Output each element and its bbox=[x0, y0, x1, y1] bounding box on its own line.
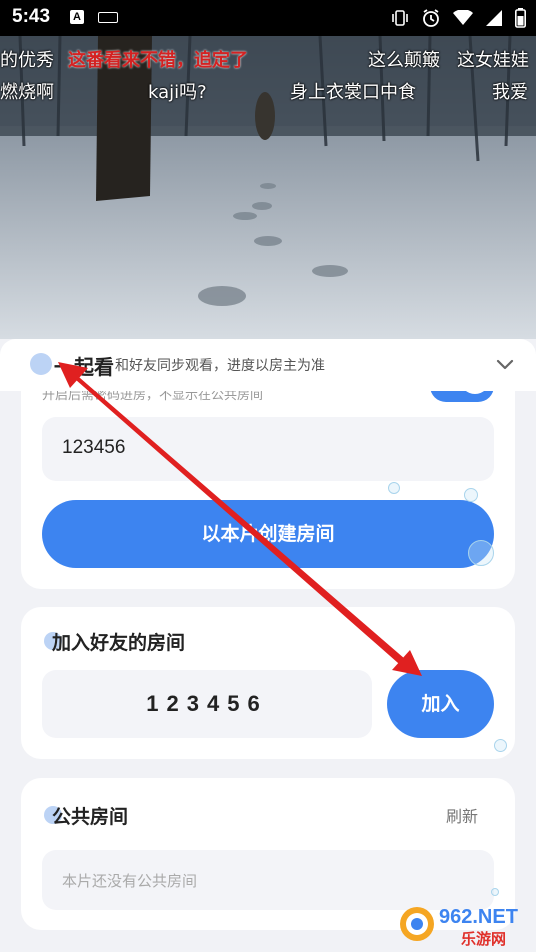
password-field[interactable]: 123456 bbox=[42, 417, 494, 481]
video-frame bbox=[0, 36, 536, 339]
public-rooms-title: 公共房间 bbox=[52, 806, 129, 828]
danmaku-comment: 这女娃娃 bbox=[457, 50, 529, 71]
bubble-decoration bbox=[468, 540, 494, 566]
bubble-decoration bbox=[464, 488, 478, 502]
watch-together-header: 一起看 和好友同步观看，进度以房主为准 bbox=[0, 339, 536, 391]
svg-text:乐游网: 乐游网 bbox=[461, 930, 506, 948]
status-bar: 5:43 A bbox=[0, 0, 536, 36]
danmaku-comment: 这么颠簸 bbox=[368, 50, 440, 71]
danmaku-comment: 身上衣裳口中食 bbox=[290, 82, 416, 103]
wifi-icon bbox=[453, 10, 473, 25]
bubble-decoration bbox=[491, 888, 499, 896]
site-watermark: 962.NET 乐游网 bbox=[399, 898, 533, 950]
svg-text:962.NET: 962.NET bbox=[439, 906, 518, 928]
panel-subtitle: 和好友同步观看，进度以房主为准 bbox=[115, 358, 325, 374]
danmaku-comment: 我爱 bbox=[492, 82, 528, 103]
chevron-down-icon[interactable] bbox=[494, 353, 516, 375]
bubble-decoration bbox=[388, 482, 400, 494]
panel-title: 一起看 bbox=[54, 355, 114, 379]
bubble-decoration bbox=[494, 739, 507, 752]
status-time: 5:43 bbox=[12, 6, 51, 27]
alarm-icon bbox=[423, 9, 439, 27]
join-room-title: 加入好友的房间 bbox=[52, 632, 186, 654]
battery-icon bbox=[515, 8, 526, 28]
danmaku-comment: kaji吗? bbox=[148, 82, 207, 103]
create-room-button[interactable]: 以本片创建房间 bbox=[42, 500, 494, 568]
refresh-button[interactable]: 刷新 bbox=[446, 803, 478, 827]
keyboard-icon bbox=[98, 12, 118, 23]
title-dot bbox=[30, 353, 52, 375]
danmaku-comment: 的优秀 bbox=[0, 50, 54, 71]
signal-icon bbox=[486, 10, 502, 26]
room-code-input[interactable]: 123456 bbox=[42, 670, 372, 738]
video-player[interactable]: 的优秀 这番看来不错，追定了 这么颠簸 这女娃娃 燃烧啊 kaji吗? 身上衣裳… bbox=[0, 36, 536, 339]
danmaku-comment: 这番看来不错，追定了 bbox=[68, 50, 248, 71]
danmaku-comment: 燃烧啊 bbox=[0, 82, 54, 103]
vibrate-icon bbox=[392, 10, 408, 26]
join-button[interactable]: 加入 bbox=[387, 670, 494, 738]
text-notification-icon: A bbox=[70, 10, 84, 24]
empty-state-text: 本片还没有公共房间 bbox=[62, 872, 198, 890]
password-value: 123456 bbox=[62, 437, 126, 458]
